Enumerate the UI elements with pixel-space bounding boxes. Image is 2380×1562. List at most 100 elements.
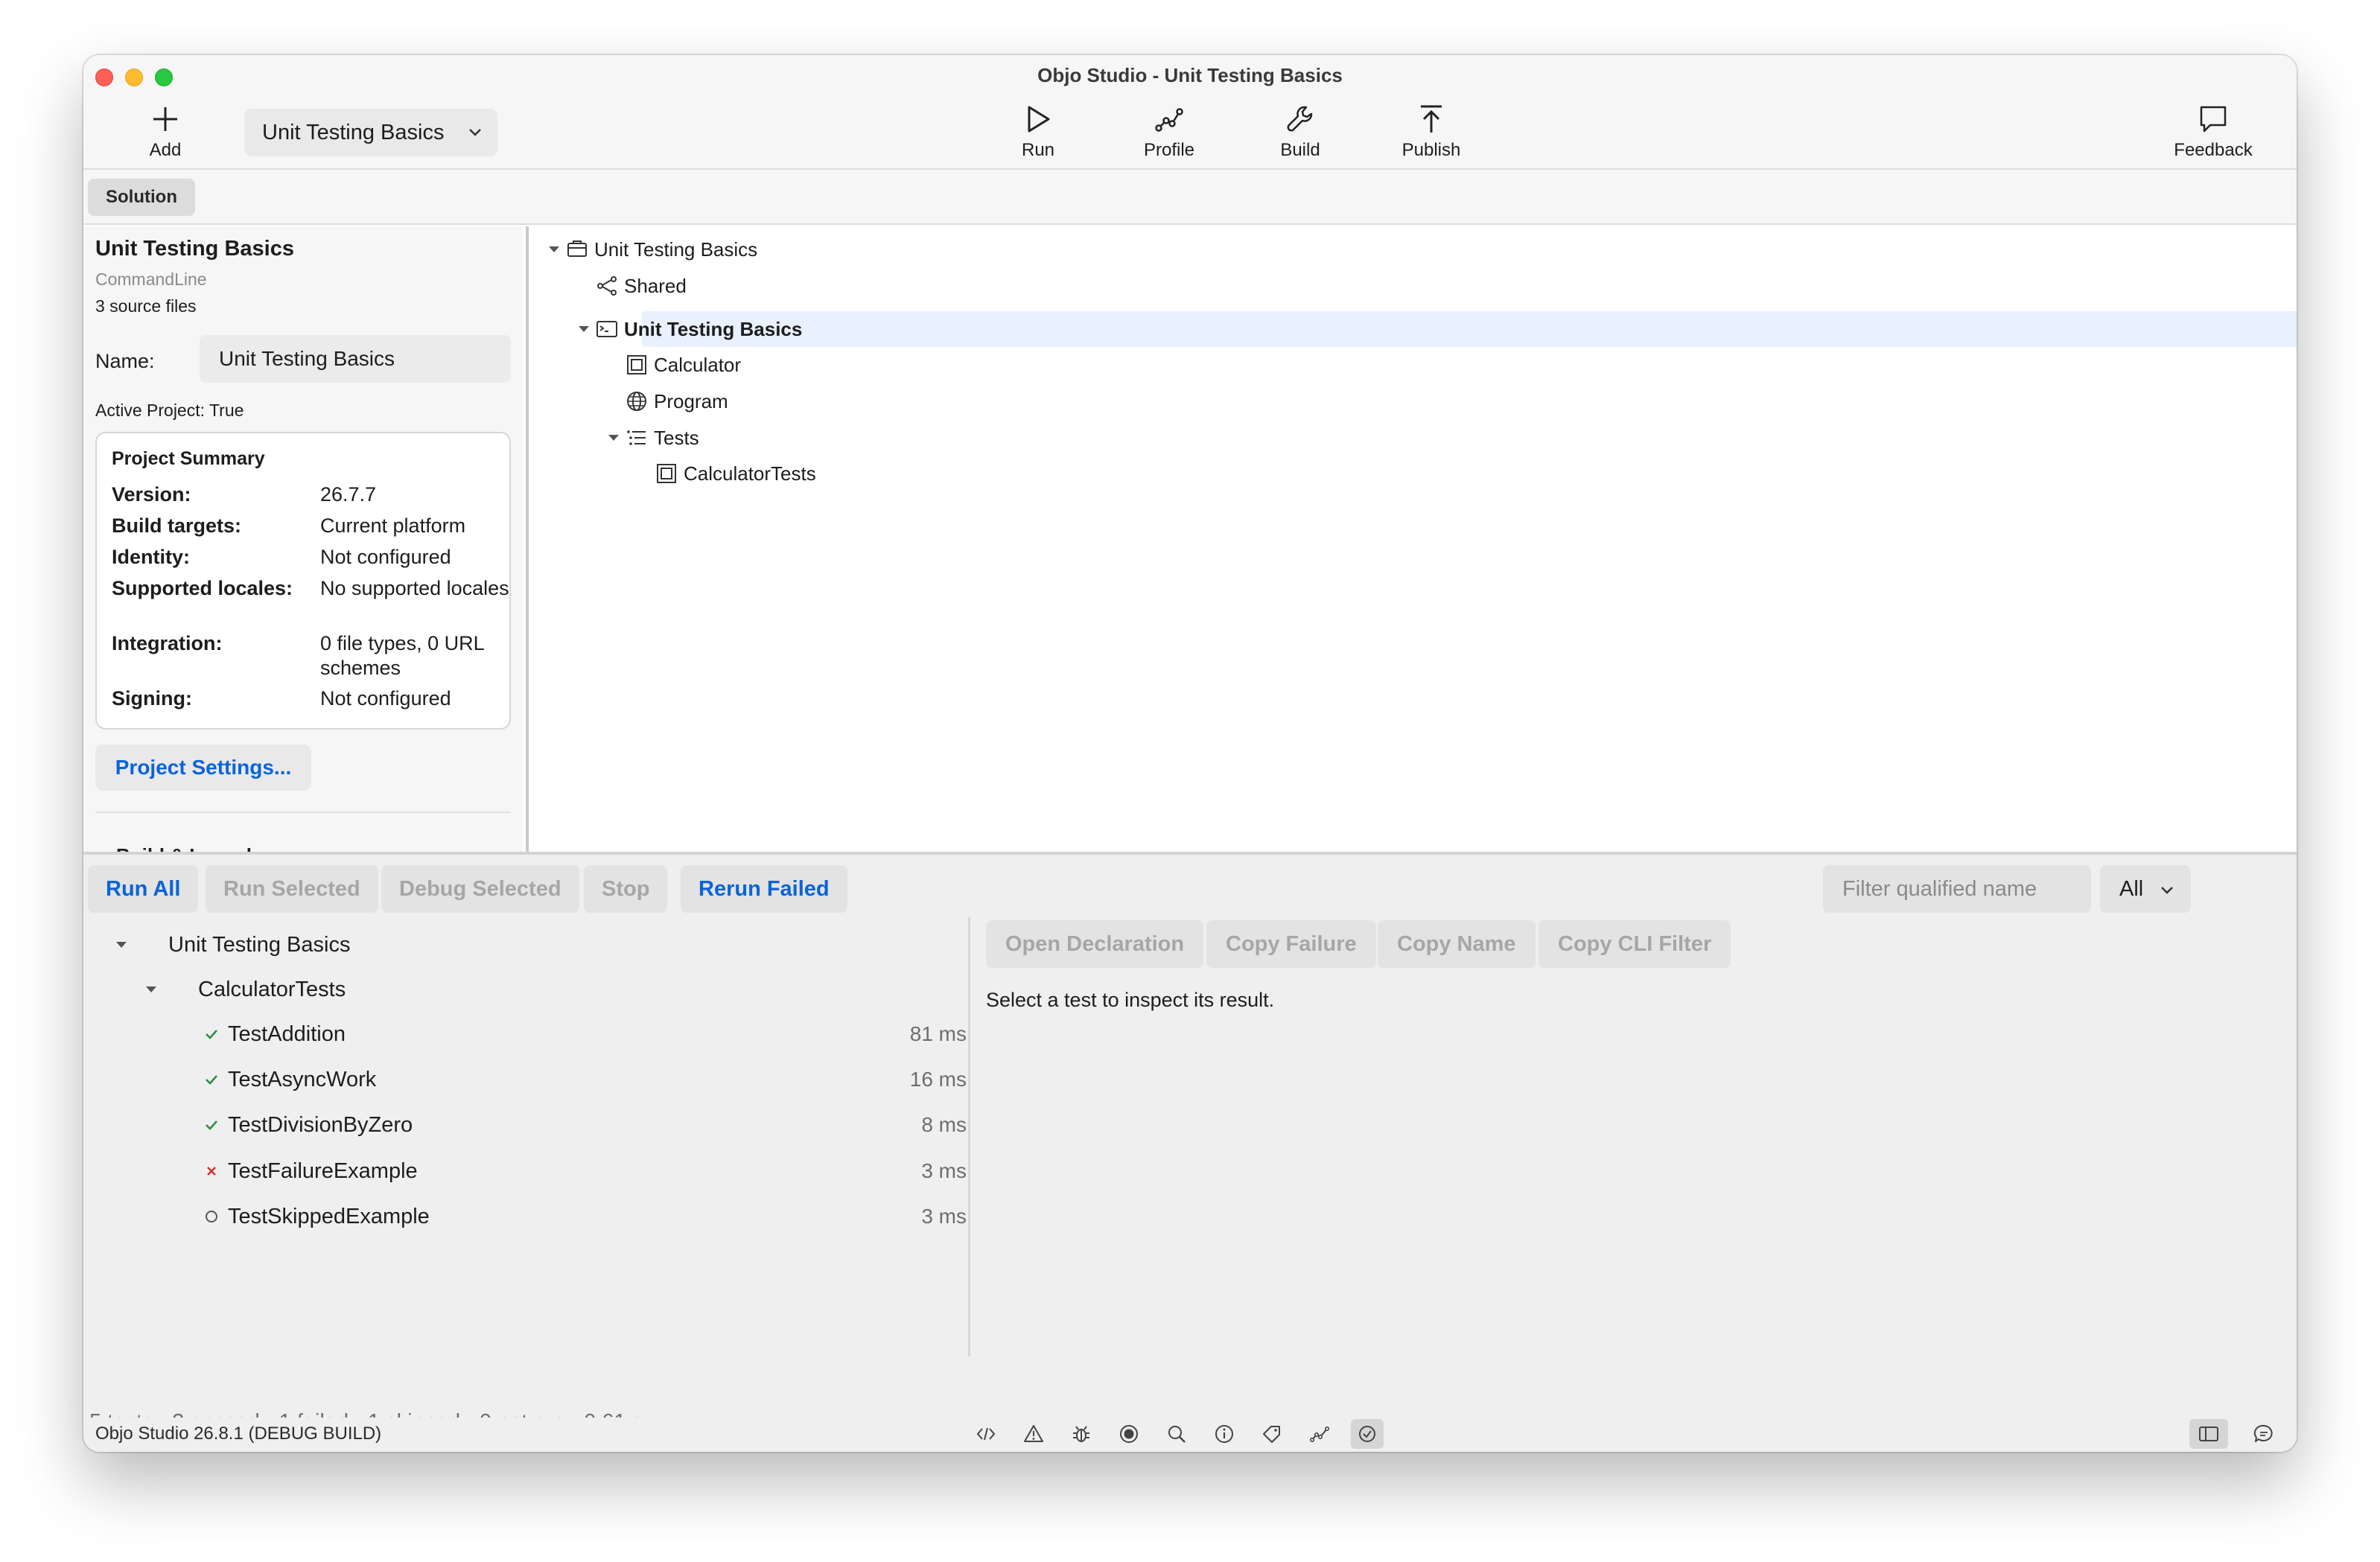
rerun-failed-button[interactable]: Rerun Failed — [681, 865, 847, 913]
test-name: TestAddition — [228, 1021, 346, 1046]
open-declaration-button[interactable]: Open Declaration — [986, 920, 1204, 968]
test-name: TestFailureExample — [228, 1158, 418, 1183]
copy-failure-button[interactable]: Copy Failure — [1206, 920, 1376, 968]
test-row[interactable]: TestAddition 81 ms — [197, 1016, 1029, 1053]
checkmark-icon — [197, 1071, 226, 1088]
tree-node-project[interactable]: Unit Testing Basics — [573, 312, 802, 346]
project-settings-button[interactable]: Project Settings... — [95, 745, 311, 791]
project-title: Unit Testing Basics — [95, 237, 294, 261]
debug-selected-button[interactable]: Debug Selected — [381, 865, 579, 913]
scheme-label: Unit Testing Basics — [262, 120, 445, 144]
tests-icon[interactable] — [1351, 1419, 1384, 1449]
tree-node-tests[interactable]: Tests — [603, 421, 699, 455]
disclosure-triangle-icon[interactable] — [603, 427, 624, 448]
plus-icon — [153, 107, 177, 131]
speech-bubble-icon — [2200, 106, 2227, 133]
tree-node-calculatortests[interactable]: CalculatorTests — [633, 456, 816, 491]
tree-node-solution[interactable]: Unit Testing Basics — [544, 232, 757, 267]
filter-input[interactable]: Filter qualified name — [1823, 865, 2091, 913]
test-row[interactable]: TestFailureExample 3 ms — [197, 1153, 1029, 1190]
search-icon[interactable] — [1160, 1419, 1193, 1449]
tree-node-program[interactable]: Program — [603, 384, 728, 418]
chat-icon[interactable] — [2247, 1419, 2280, 1449]
summary-value: 26.7.7 — [320, 483, 377, 506]
project-type: CommandLine — [95, 270, 207, 289]
copy-name-button[interactable]: Copy Name — [1378, 920, 1536, 968]
build-launch-section-header[interactable]: Build & Launch — [116, 844, 258, 852]
project-summary-card: Project Summary Version: 26.7.7 Build ta… — [95, 432, 511, 730]
feedback-button[interactable]: Feedback — [2169, 101, 2258, 165]
tab-solution[interactable]: Solution — [88, 179, 195, 216]
test-results-tree: Unit Testing Basics CalculatorTests Test… — [83, 917, 968, 1386]
globe-icon — [627, 392, 646, 411]
warning-icon[interactable] — [1017, 1419, 1050, 1449]
test-row[interactable]: TestAsyncWork 16 ms — [197, 1061, 1029, 1098]
checkmark-icon — [197, 1025, 226, 1043]
disclosure-triangle-icon[interactable] — [110, 937, 133, 952]
profile-button[interactable]: Profile — [1124, 101, 1214, 165]
disclosure-triangle-icon[interactable] — [140, 982, 162, 997]
build-button[interactable]: Build — [1256, 101, 1345, 165]
name-field[interactable]: Unit Testing Basics — [200, 335, 511, 383]
tree-node-shared[interactable]: Shared — [573, 269, 687, 303]
run-selected-button[interactable]: Run Selected — [206, 865, 378, 913]
title-bar: Objo Studio - Unit Testing Basics — [83, 55, 2297, 97]
wrench-icon — [1287, 106, 1313, 132]
test-name: TestAsyncWork — [228, 1067, 377, 1091]
test-group-calculatortests[interactable]: CalculatorTests — [140, 971, 346, 1008]
summary-key: Identity: — [112, 546, 190, 568]
run-all-button[interactable]: Run All — [88, 865, 199, 913]
tag-icon[interactable] — [1256, 1419, 1288, 1449]
disclosure-triangle-icon[interactable] — [544, 239, 564, 260]
class-icon — [627, 355, 646, 374]
record-icon[interactable] — [1113, 1419, 1145, 1449]
tree-node-label: Unit Testing Basics — [594, 238, 758, 261]
info-icon[interactable] — [1208, 1419, 1241, 1449]
bug-icon[interactable] — [1065, 1419, 1098, 1449]
scheme-selector[interactable]: Unit Testing Basics — [244, 109, 497, 156]
test-group-root[interactable]: Unit Testing Basics — [110, 926, 350, 963]
test-row[interactable]: TestDivisionByZero 8 ms — [197, 1106, 1029, 1144]
code-icon[interactable] — [970, 1419, 1002, 1449]
profile-graph-icon — [1155, 108, 1183, 132]
summary-title: Project Summary — [112, 448, 265, 469]
class-icon — [657, 464, 676, 483]
summary-key: Version: — [112, 483, 191, 506]
tree-node-label: Calculator — [654, 353, 742, 376]
tree-node-label: Shared — [624, 274, 687, 297]
solution-icon — [567, 240, 587, 257]
test-duration: 3 ms — [921, 1205, 967, 1228]
profile-label: Profile — [1143, 140, 1195, 160]
disclosure-triangle-icon[interactable] — [573, 319, 594, 340]
publish-label: Publish — [1401, 140, 1461, 160]
summary-value: 0 file types, 0 URL schemes — [320, 632, 484, 679]
share-icon — [597, 276, 617, 296]
profile-icon[interactable] — [1303, 1419, 1336, 1449]
filter-scope-select[interactable]: All — [2100, 865, 2191, 913]
sidebar-toggle-icon[interactable] — [2189, 1419, 2228, 1449]
panel-splitter[interactable] — [526, 226, 529, 852]
results-detail-splitter[interactable] — [968, 917, 970, 1357]
skipped-circle-icon — [197, 1208, 226, 1225]
cross-icon — [197, 1162, 226, 1180]
add-button[interactable]: Add — [121, 101, 210, 165]
chevron-down-icon — [469, 129, 481, 136]
tree-node-label: Tests — [654, 426, 699, 449]
test-duration: 8 ms — [921, 1113, 967, 1136]
test-name: TestDivisionByZero — [228, 1112, 413, 1137]
feedback-label: Feedback — [2174, 140, 2253, 160]
run-button[interactable]: Run — [993, 101, 1083, 165]
stop-button[interactable]: Stop — [584, 865, 668, 913]
app-window: Objo Studio - Unit Testing Basics Add Un… — [83, 55, 2297, 1452]
publish-button[interactable]: Publish — [1387, 101, 1476, 165]
play-icon — [1028, 106, 1050, 133]
tree-node-label: Unit Testing Basics — [624, 317, 803, 340]
summary-key: Integration: — [112, 632, 223, 654]
app-version: Objo Studio 26.8.1 (DEBUG BUILD) — [95, 1424, 382, 1444]
tree-node-calculator[interactable]: Calculator — [603, 348, 741, 382]
test-row[interactable]: TestSkippedExample 3 ms — [197, 1198, 1029, 1235]
copy-cli-filter-button[interactable]: Copy CLI Filter — [1539, 920, 1731, 968]
